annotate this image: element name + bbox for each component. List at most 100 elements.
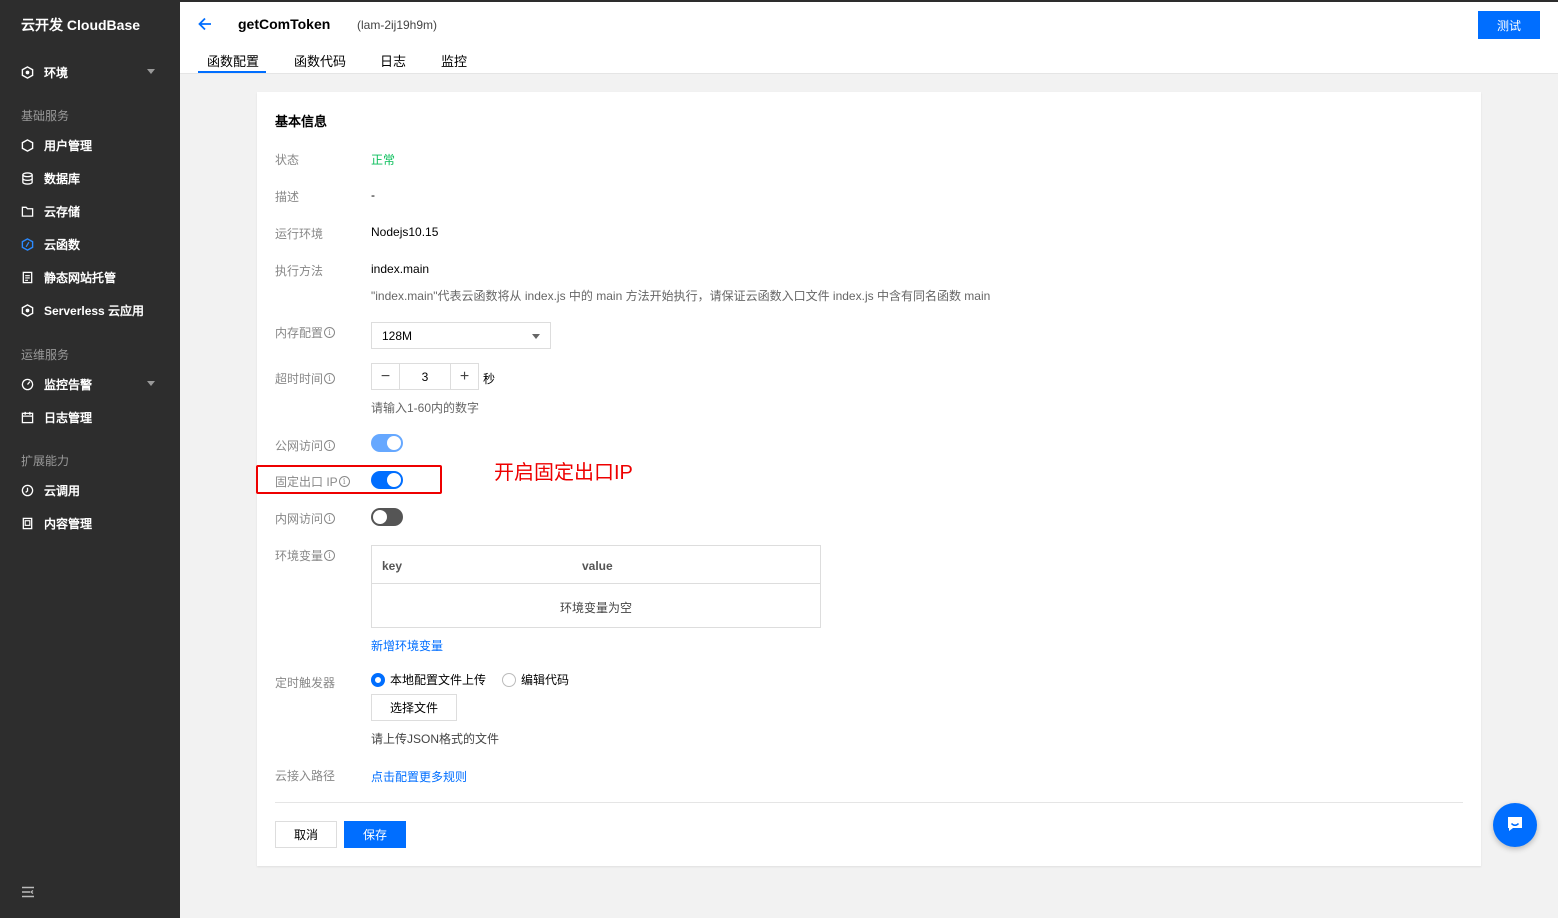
select-file-button[interactable]: 选择文件	[371, 694, 457, 721]
cloud-access-link[interactable]: 点击配置更多规则	[371, 768, 467, 785]
trigger-radio-edit[interactable]: 编辑代码	[502, 671, 569, 688]
sidebar-item-label: 数据库	[44, 171, 81, 186]
sidebar-item-serverless[interactable]: Serverless 云应用	[0, 295, 180, 325]
sidebar-item-hosting[interactable]: 静态网站托管	[0, 262, 180, 292]
timeout-stepper: − 3 +	[371, 363, 479, 390]
annotation-text: 开启固定出口IP	[494, 462, 633, 484]
toggle-knob	[387, 473, 401, 487]
public-access-label-text: 公网访问	[275, 439, 324, 453]
timeout-increment-button[interactable]: +	[451, 364, 478, 389]
sidebar-item-storage[interactable]: 云存储	[0, 196, 180, 226]
timeout-decrement-button[interactable]: −	[372, 364, 399, 389]
sidebar-item-cms[interactable]: 内容管理	[0, 508, 180, 538]
trigger-radio-local-label: 本地配置文件上传	[390, 673, 487, 687]
info-icon[interactable]: i	[324, 373, 336, 384]
desc-label: 描述	[275, 190, 300, 204]
timeout-label-text: 超时时间	[275, 372, 324, 386]
env-col-value: value	[582, 559, 613, 573]
hexagon-icon	[21, 303, 34, 317]
runtime-value: Nodejs10.15	[371, 225, 439, 239]
private-access-toggle[interactable]	[371, 508, 403, 526]
sidebar-item-label: 云存储	[44, 204, 81, 219]
sidebar-item-monitor[interactable]: 监控告警	[0, 369, 180, 399]
public-access-label: 公网访问 i	[275, 437, 336, 454]
handler-hint: "index.main"代表云函数将从 index.js 中的 main 方法开…	[371, 289, 991, 303]
fixed-ip-toggle[interactable]	[371, 471, 403, 489]
sidebar: 云开发 CloudBase 环境 基础服务 用户管理 数据库 云存储 云函数 静…	[0, 0, 180, 918]
handler-label: 执行方法	[275, 264, 324, 278]
tab-config[interactable]: 函数配置	[207, 51, 259, 70]
info-icon[interactable]: i	[324, 513, 336, 524]
env-col-key: key	[382, 559, 403, 573]
env-vars-label-text: 环境变量	[275, 549, 324, 563]
cancel-button[interactable]: 取消	[275, 821, 337, 848]
trigger-radio-edit-label: 编辑代码	[521, 673, 570, 687]
test-button[interactable]: 测试	[1478, 11, 1540, 39]
sidebar-item-callcloud[interactable]: 云调用	[0, 475, 180, 505]
add-env-var-link[interactable]: 新增环境变量	[371, 637, 443, 654]
chevron-down-icon	[147, 69, 155, 74]
handler-value: index.main	[371, 262, 430, 276]
database-icon	[21, 171, 34, 185]
function-id: (lam-2ij19h9m)	[357, 18, 438, 32]
sidebar-item-logs[interactable]: 日志管理	[0, 402, 180, 432]
memory-label-text: 内存配置	[275, 326, 324, 340]
folder-icon	[21, 205, 34, 218]
radio-unchecked-icon	[502, 672, 516, 687]
info-icon[interactable]: i	[324, 550, 336, 561]
trigger-radio-local[interactable]: 本地配置文件上传	[371, 671, 486, 688]
toggle-knob	[373, 510, 387, 524]
sidebar-item-label: 静态网站托管	[44, 270, 117, 285]
sidebar-item-label: 用户管理	[44, 138, 93, 153]
status-value: 正常	[371, 153, 396, 167]
sidebar-item-label: 云函数	[44, 237, 81, 252]
timeout-input[interactable]: 3	[399, 364, 451, 389]
sidebar-item-label: 日志管理	[44, 410, 93, 425]
timeout-label: 超时时间 i	[275, 370, 336, 387]
private-access-label-text: 内网访问	[275, 512, 324, 526]
chat-support-button[interactable]	[1493, 803, 1537, 847]
content-icon	[21, 517, 34, 530]
back-arrow-icon[interactable]	[197, 15, 213, 33]
sidebar-item-label: Serverless 云应用	[44, 303, 145, 318]
calendar-icon	[21, 411, 34, 424]
timeout-unit: 秒	[483, 372, 496, 386]
memory-select-value: 128M	[382, 328, 413, 343]
footer-divider	[275, 802, 1463, 803]
user-shield-icon	[21, 138, 34, 152]
brand-title: 云开发 CloudBase	[21, 17, 141, 33]
section-title: 基本信息	[275, 114, 328, 129]
collapse-sidebar-icon[interactable]	[21, 886, 35, 898]
env-vars-label: 环境变量 i	[275, 547, 336, 564]
section-ops: 运维服务	[21, 348, 70, 362]
active-tab-indicator	[198, 71, 266, 73]
sidebar-item-label: 内容管理	[44, 516, 93, 531]
chevron-down-icon	[532, 334, 540, 339]
timeout-hint: 请输入1-60内的数字	[371, 401, 480, 415]
function-icon	[21, 237, 34, 251]
section-ext: 扩展能力	[21, 454, 70, 468]
public-access-toggle[interactable]	[371, 434, 403, 452]
fixed-ip-label-text: 固定出口 IP	[275, 475, 338, 489]
env-selector[interactable]: 环境	[0, 57, 180, 87]
save-button[interactable]: 保存	[344, 821, 406, 848]
cloud-access-label: 云接入路径	[275, 769, 336, 783]
sidebar-item-users[interactable]: 用户管理	[0, 130, 180, 160]
sidebar-item-functions[interactable]: 云函数	[0, 229, 180, 259]
tab-monitor[interactable]: 监控	[441, 51, 467, 70]
gauge-icon	[21, 378, 34, 391]
upload-hint: 请上传JSON格式的文件	[371, 732, 500, 746]
info-icon[interactable]: i	[324, 440, 336, 451]
desc-value: -	[371, 188, 375, 202]
tab-logs[interactable]: 日志	[380, 51, 406, 70]
info-icon[interactable]: i	[338, 476, 350, 487]
runtime-label: 运行环境	[275, 227, 324, 241]
toggle-knob	[387, 436, 401, 450]
tab-code[interactable]: 函数代码	[294, 51, 346, 70]
status-label: 状态	[275, 153, 300, 167]
memory-select[interactable]: 128M	[371, 322, 551, 349]
memory-label: 内存配置 i	[275, 324, 336, 341]
info-icon[interactable]: i	[324, 327, 336, 338]
chat-bubble-icon	[1505, 814, 1525, 837]
sidebar-item-database[interactable]: 数据库	[0, 163, 180, 193]
